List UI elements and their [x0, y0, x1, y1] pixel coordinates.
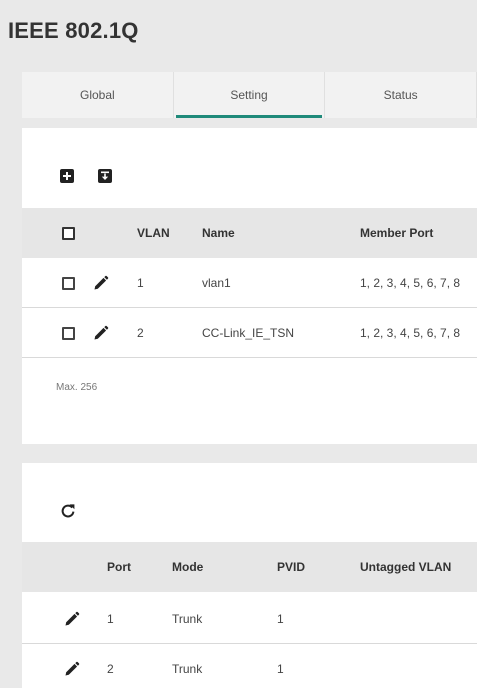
- pencil-icon: [94, 275, 109, 290]
- edit-button[interactable]: [93, 308, 109, 358]
- pencil-icon: [65, 611, 80, 626]
- col-pvid: PVID: [277, 560, 306, 574]
- port-number: 1: [107, 612, 114, 626]
- vlan-member-port: 1, 2, 3, 4, 5, 6, 7, 8: [360, 276, 461, 290]
- add-box-icon: [60, 169, 74, 183]
- port-pvid: 1: [277, 662, 284, 676]
- edit-button[interactable]: [64, 644, 80, 688]
- vlan-table-header: VLAN Name Member Port: [22, 208, 477, 258]
- col-untagged-vlan: Untagged VLAN: [360, 560, 452, 574]
- col-mode: Mode: [172, 560, 204, 574]
- tab-status-label: Status: [383, 88, 418, 102]
- port-settings-card: Port Mode PVID Untagged VLAN 1 Trunk 1 2…: [22, 463, 477, 688]
- col-vlan: VLAN: [137, 226, 170, 240]
- vlan-id: 1: [137, 276, 144, 290]
- row-checkbox[interactable]: [62, 326, 75, 340]
- vlan-id: 2: [137, 326, 144, 340]
- add-vlan-button[interactable]: [59, 168, 75, 184]
- table-row: 1 vlan1 1, 2, 3, 4, 5, 6, 7, 8: [22, 258, 477, 308]
- table-row: 2 CC-Link_IE_TSN 1, 2, 3, 4, 5, 6, 7, 8: [22, 308, 477, 358]
- page-title: IEEE 802.1Q: [8, 18, 139, 43]
- import-vlan-button[interactable]: [97, 168, 113, 184]
- vlan-member-port: 1, 2, 3, 4, 5, 6, 7, 8: [360, 326, 461, 340]
- tab-global-label: Global: [79, 88, 115, 102]
- port-pvid: 1: [277, 612, 284, 626]
- port-mode: Trunk: [172, 612, 203, 626]
- refresh-button[interactable]: [60, 503, 76, 519]
- edit-button[interactable]: [93, 258, 109, 308]
- port-number: 2: [107, 662, 114, 676]
- vlan-name: vlan1: [202, 276, 231, 290]
- col-name: Name: [202, 226, 235, 240]
- port-table-header: Port Mode PVID Untagged VLAN: [22, 542, 477, 592]
- table-row: 1 Trunk 1: [22, 594, 477, 644]
- max-vlan-note: Max. 256: [56, 382, 98, 393]
- tab-setting-label: Setting: [230, 88, 268, 102]
- tab-bar: Global Setting Status: [22, 72, 477, 118]
- port-mode: Trunk: [172, 662, 203, 676]
- refresh-icon: [61, 504, 75, 518]
- row-checkbox[interactable]: [62, 276, 75, 290]
- table-row: 2 Trunk 1: [22, 644, 477, 688]
- tab-global[interactable]: Global: [22, 72, 174, 118]
- col-member-port: Member Port: [360, 226, 434, 240]
- edit-button[interactable]: [64, 594, 80, 644]
- vlan-settings-card: VLAN Name Member Port 1 vlan1 1, 2, 3, 4…: [22, 128, 477, 444]
- vlan-name: CC-Link_IE_TSN: [202, 326, 295, 340]
- tab-setting[interactable]: Setting: [174, 72, 326, 118]
- pencil-icon: [65, 661, 80, 676]
- pencil-icon: [94, 325, 109, 340]
- tab-status[interactable]: Status: [325, 72, 477, 118]
- col-port: Port: [107, 560, 131, 574]
- select-all-checkbox[interactable]: [62, 226, 75, 240]
- import-box-icon: [98, 169, 112, 183]
